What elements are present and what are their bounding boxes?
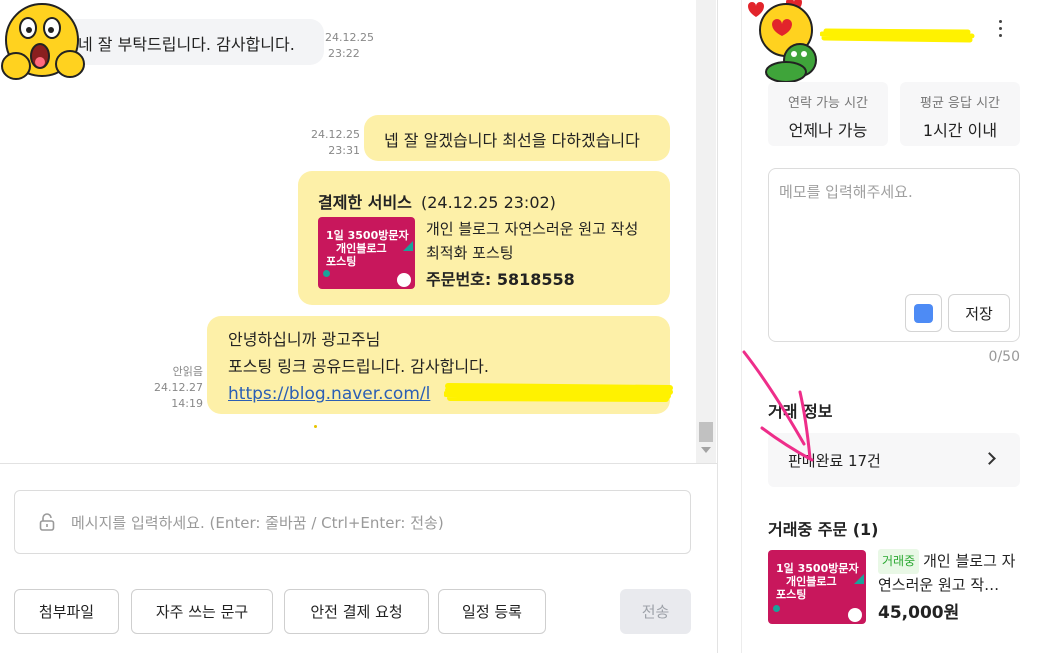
color-swatch-icon <box>914 304 933 323</box>
redaction-scribble <box>444 383 673 402</box>
outgoing-message-bubble: 넵 잘 알겠습니다 최선을 다하겠습니다 <box>364 115 670 161</box>
service-name-line2: 최적화 포스팅 <box>426 244 514 262</box>
divider <box>717 0 718 653</box>
more-options-icon[interactable] <box>996 20 1004 40</box>
read-status: 안읽음 <box>172 365 203 378</box>
memo-input[interactable] <box>779 181 1009 281</box>
scroll-down-arrow-icon[interactable] <box>701 447 711 453</box>
chat-scrollbar[interactable] <box>696 0 716 463</box>
message-composer[interactable] <box>14 490 691 554</box>
divider <box>0 463 717 464</box>
message-timestamp: 안읽음 24.12.27 14:19 <box>150 364 203 412</box>
schedule-button[interactable]: 일정 등록 <box>438 589 546 634</box>
chat-pane: 네 잘 부탁드립니다. 감사합니다. 24.12.25 23:22 24.12.… <box>0 0 717 653</box>
profile-avatar <box>748 0 817 83</box>
chat-message-list[interactable]: 네 잘 부탁드립니다. 감사합니다. 24.12.25 23:22 24.12.… <box>0 0 696 463</box>
payment-service-card[interactable]: 결제한 서비스 (24.12.25 23:02) 1일 3500방문자 개인블로… <box>298 171 670 305</box>
order-price: 45,000원 <box>878 603 960 623</box>
incoming-message-bubble: 네 잘 부탁드립니다. 감사합니다. <box>58 19 324 65</box>
response-time-card: 평균 응답 시간 1시간 이내 <box>900 82 1020 146</box>
outgoing-message-bubble: 안녕하십니까 광고주님 포스팅 링크 공유드립니다. 감사합니다. https:… <box>207 316 673 414</box>
message-text: 네 잘 부탁드립니다. 감사합니다. <box>78 35 295 54</box>
service-name: 개인 블로그 자연스러운 원고 작성 <box>426 220 639 238</box>
lock-icon <box>39 513 55 531</box>
attach-file-button[interactable]: 첨부파일 <box>14 589 119 634</box>
memo-color-button[interactable] <box>905 294 942 332</box>
frequent-phrases-button[interactable]: 자주 쓰는 문구 <box>131 589 273 634</box>
send-button[interactable]: 전송 <box>620 589 691 634</box>
status-badge: 거래중 <box>878 549 920 574</box>
emoji-sticker-icon <box>1 3 85 80</box>
message-text: 안녕하십니까 광고주님 <box>228 330 381 349</box>
order-thumbnail[interactable]: 1일 3500방문자 개인블로그 포스팅 <box>768 550 866 624</box>
contact-time-card: 연락 가능 시간 언제나 가능 <box>768 82 888 146</box>
message-timestamp: 24.12.25 23:22 <box>325 31 374 60</box>
order-item[interactable]: 거래중 개인 블로그 자연스러운 원고 작… <box>878 549 1028 597</box>
safe-payment-request-button[interactable]: 안전 결제 요청 <box>284 589 429 634</box>
blog-post-link[interactable]: https://blog.naver.com/l <box>228 384 430 404</box>
message-text: 포스팅 링크 공유드립니다. 감사합니다. <box>228 357 489 376</box>
memo-save-button[interactable]: 저장 <box>948 294 1010 332</box>
message-text: 넵 잘 알겠습니다 최선을 다하겠습니다 <box>384 131 640 150</box>
order-number: 주문번호: 5818558 <box>426 270 575 289</box>
scrollbar-thumb[interactable] <box>699 422 713 442</box>
memo-char-count: 0/50 <box>988 349 1020 365</box>
ongoing-orders-title: 거래중 주문 (1) <box>768 520 879 539</box>
message-timestamp: 24.12.25 23:31 <box>311 128 360 157</box>
memo-box: 저장 <box>768 168 1020 342</box>
stray-dot <box>314 425 317 428</box>
chevron-right-icon <box>983 452 996 465</box>
annotation-arrow <box>742 350 814 462</box>
redacted-name <box>820 28 975 43</box>
payment-card-datetime: (24.12.25 23:02) <box>420 193 556 212</box>
service-thumbnail: 1일 3500방문자 개인블로그 포스팅 <box>318 217 415 289</box>
info-pane: 연락 가능 시간 언제나 가능 평균 응답 시간 1시간 이내 저장 0/50 … <box>742 0 1042 653</box>
message-input[interactable] <box>71 511 671 535</box>
payment-card-title: 결제한 서비스 <box>318 193 412 212</box>
